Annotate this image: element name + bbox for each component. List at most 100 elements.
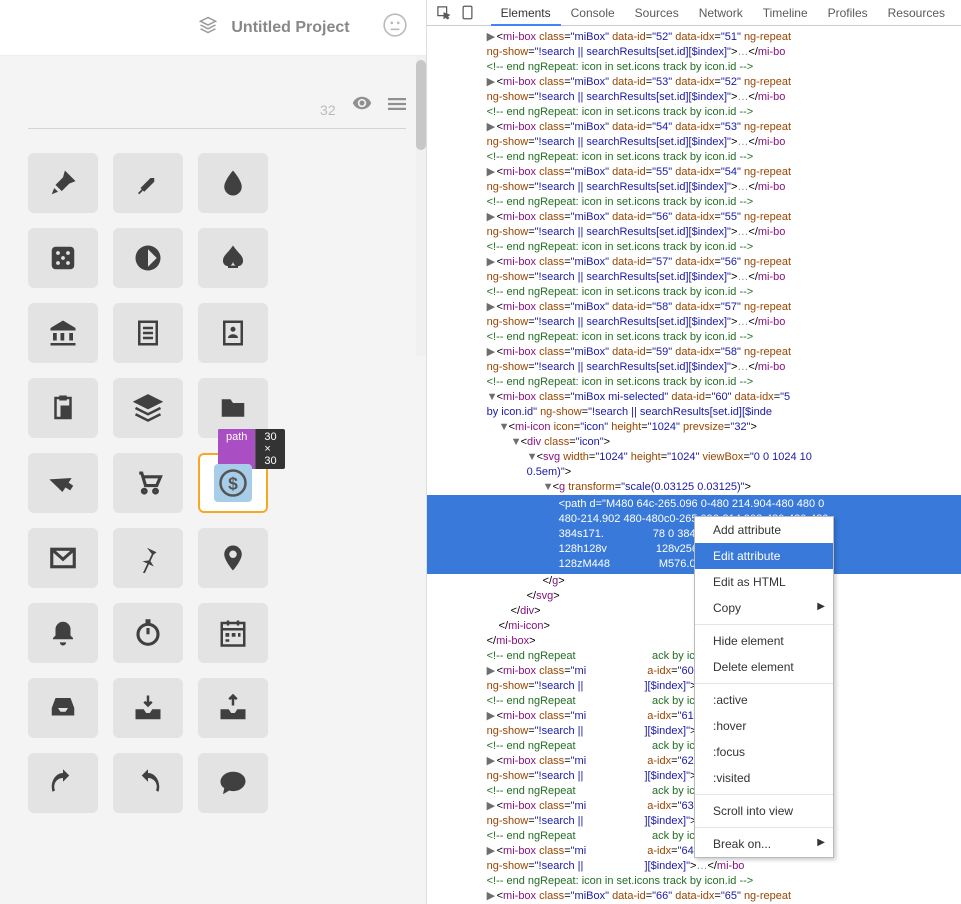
dom-node[interactable]: <!-- end ngRepeat: icon in set.icons tra…: [427, 60, 961, 75]
dom-node[interactable]: ng-show="!search || searchResults[set.id…: [427, 315, 961, 330]
menu-item-edit-as-html[interactable]: Edit as HTML: [695, 569, 833, 595]
menu-item--active[interactable]: :active: [695, 687, 833, 713]
menu-item-break-on-[interactable]: Break on...▶: [695, 831, 833, 857]
spade-box[interactable]: [198, 228, 268, 288]
dom-node[interactable]: ng-show="!search || searchResults[set.id…: [427, 270, 961, 285]
dom-node[interactable]: <!-- end ngRepeat: icon in set.icons tra…: [427, 240, 961, 255]
tab-network[interactable]: Network: [689, 0, 753, 26]
dom-node[interactable]: ▼<mi-icon icon="icon" height="1024" prev…: [427, 420, 961, 435]
inspect-element-icon[interactable]: [433, 3, 455, 23]
tab-resources[interactable]: Resources: [878, 0, 955, 26]
dom-node[interactable]: <!-- end ngRepeat: icon in set.icons tra…: [427, 105, 961, 120]
tab-console[interactable]: Console: [561, 0, 625, 26]
layers-stack-box[interactable]: [113, 378, 183, 438]
device-mode-icon[interactable]: [457, 3, 479, 23]
dom-node[interactable]: ▶<mi-box class="miBox" data-id="58" data…: [427, 300, 961, 315]
dom-node[interactable]: ng-show="!search || searchResults[set.id…: [427, 90, 961, 105]
dom-node[interactable]: ▶<mi-box class="miBox" data-id="59" data…: [427, 345, 961, 360]
pushpin-box[interactable]: [113, 528, 183, 588]
dom-node[interactable]: ▼<g transform="scale(0.03125 0.03125)">: [427, 480, 961, 495]
inbox-upload-box[interactable]: [198, 678, 268, 738]
tab-elements[interactable]: Elements: [491, 0, 561, 26]
dollar-coin-box[interactable]: path30 × 30$: [198, 453, 268, 513]
eyedropper-box[interactable]: [113, 153, 183, 213]
dom-node[interactable]: ▶<mi-box class="miBox" data-id="56" data…: [427, 210, 961, 225]
dom-node[interactable]: <!-- end ngRepeat: icon in set.icons tra…: [427, 285, 961, 300]
menu-item--visited[interactable]: :visited: [695, 765, 833, 791]
pushpin-icon: [133, 543, 163, 573]
dom-node[interactable]: ▶<mi-box class="miBox" data-id="57" data…: [427, 255, 961, 270]
eye-icon[interactable]: [352, 93, 372, 118]
dice-box[interactable]: [28, 228, 98, 288]
calendar-box[interactable]: [198, 603, 268, 663]
ticket-icon: [48, 468, 78, 498]
dom-node[interactable]: ng-show="!search || searchResults[set.id…: [427, 225, 961, 240]
context-menu: Add attributeEdit attributeEdit as HTMLC…: [694, 516, 834, 858]
dom-node[interactable]: <!-- end ngRepeat: icon in set.icons tra…: [427, 195, 961, 210]
document-lines-icon: [133, 318, 163, 348]
scrollbar[interactable]: [416, 56, 426, 356]
dom-node[interactable]: <!-- end ngRepeat: icon in set.icons tra…: [427, 330, 961, 345]
bank-box[interactable]: [28, 303, 98, 363]
dom-node[interactable]: <!-- end ngRepeat: icon in set.icons tra…: [427, 375, 961, 390]
dom-node[interactable]: ▼<mi-box class="miBox mi-selected" data-…: [427, 390, 961, 405]
stopwatch-box[interactable]: [113, 603, 183, 663]
clipboard-paste-icon: [48, 393, 78, 423]
dom-node[interactable]: ng-show="!search || ][$index]">…</mi-bo: [427, 859, 961, 874]
tab-timeline[interactable]: Timeline: [753, 0, 818, 26]
redo-arrow-box[interactable]: [28, 753, 98, 813]
dom-node[interactable]: ng-show="!search || searchResults[set.id…: [427, 45, 961, 60]
menu-item-add-attribute[interactable]: Add attribute: [695, 517, 833, 543]
menu-item-hide-element[interactable]: Hide element: [695, 628, 833, 654]
dom-node[interactable]: 0.5em)">: [427, 465, 961, 480]
menu-icon[interactable]: [388, 95, 406, 118]
map-pin-box[interactable]: [198, 528, 268, 588]
calendar-icon: [218, 618, 248, 648]
dom-node[interactable]: ▶<mi-box class="miBox" data-id="55" data…: [427, 165, 961, 180]
dom-node[interactable]: ▶<mi-box class="miBox" data-id="66" data…: [427, 889, 961, 904]
tab-sources[interactable]: Sources: [625, 0, 689, 26]
inbox-download-box[interactable]: [113, 678, 183, 738]
inbox-box[interactable]: [28, 678, 98, 738]
speech-bubble-box[interactable]: [198, 753, 268, 813]
menu-item-delete-element[interactable]: Delete element: [695, 654, 833, 680]
shopping-cart-box[interactable]: [113, 453, 183, 513]
ticket-box[interactable]: [28, 453, 98, 513]
face-neutral-icon[interactable]: [382, 12, 408, 43]
dom-node[interactable]: ng-show="!search || searchResults[set.id…: [427, 135, 961, 150]
undo-arrow-box[interactable]: [113, 753, 183, 813]
droplet-box[interactable]: [198, 153, 268, 213]
map-pin-icon: [218, 543, 248, 573]
envelope-box[interactable]: [28, 528, 98, 588]
dom-node[interactable]: ▼<svg width="1024" height="1024" viewBox…: [427, 450, 961, 465]
document-lines-box[interactable]: [113, 303, 183, 363]
clipboard-paste-box[interactable]: [28, 378, 98, 438]
pen-nib-box[interactable]: [28, 153, 98, 213]
dom-node[interactable]: ▶<mi-box class="miBox" data-id="54" data…: [427, 120, 961, 135]
speech-bubble-icon: [218, 768, 248, 798]
menu-item-edit-attribute[interactable]: Edit attribute: [695, 543, 833, 569]
menu-item-copy[interactable]: Copy▶: [695, 595, 833, 621]
id-card-box[interactable]: [198, 303, 268, 363]
project-title[interactable]: Untitled Project: [231, 19, 349, 37]
submenu-arrow-icon: ▶: [817, 837, 825, 848]
bell-box[interactable]: [28, 603, 98, 663]
inbox-download-icon: [133, 693, 163, 723]
eyedropper-icon: [133, 168, 163, 198]
menu-item--hover[interactable]: :hover: [695, 713, 833, 739]
undo-arrow-icon: [133, 768, 163, 798]
pacman-box[interactable]: [113, 228, 183, 288]
dom-node[interactable]: by icon.id" ng-show="!search || searchRe…: [427, 405, 961, 420]
dom-node[interactable]: ▶<mi-box class="miBox" data-id="52" data…: [427, 30, 961, 45]
menu-item-scroll-into-view[interactable]: Scroll into view: [695, 798, 833, 824]
dom-node[interactable]: ▼<div class="icon">: [427, 435, 961, 450]
dollar-coin-icon: $: [218, 468, 248, 498]
tab-profiles[interactable]: Profiles: [818, 0, 878, 26]
menu-item--focus[interactable]: :focus: [695, 739, 833, 765]
tooltip-tag: path: [218, 429, 255, 469]
dom-node[interactable]: ng-show="!search || searchResults[set.id…: [427, 180, 961, 195]
dom-node[interactable]: <!-- end ngRepeat: icon in set.icons tra…: [427, 874, 961, 889]
dom-node[interactable]: ▶<mi-box class="miBox" data-id="53" data…: [427, 75, 961, 90]
dom-node[interactable]: <!-- end ngRepeat: icon in set.icons tra…: [427, 150, 961, 165]
dom-node[interactable]: ng-show="!search || searchResults[set.id…: [427, 360, 961, 375]
